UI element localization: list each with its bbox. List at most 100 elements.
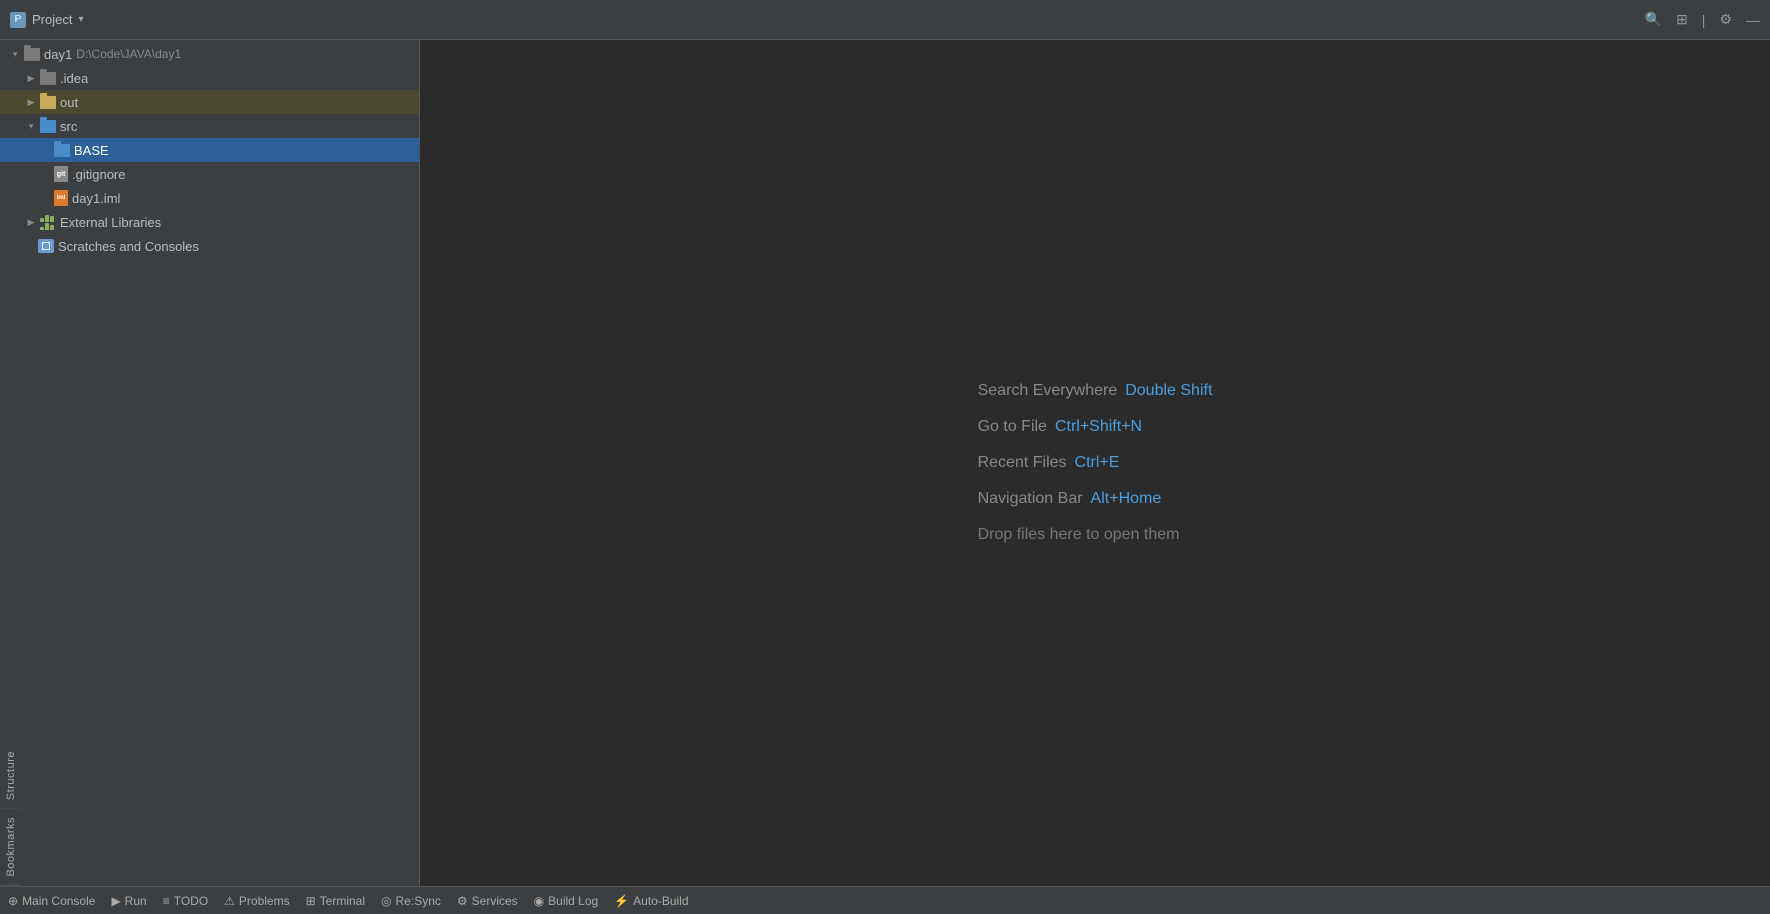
extlib-icon bbox=[40, 215, 56, 229]
divider-icon: | bbox=[1702, 12, 1706, 28]
scratches-icon bbox=[38, 239, 54, 253]
status-item-buildlog[interactable]: ◉ Build Log bbox=[534, 894, 599, 908]
hint-row-gotofile: Go to File Ctrl+Shift+N bbox=[978, 418, 1213, 436]
tree-item-out[interactable]: ▶ out bbox=[0, 90, 419, 114]
status-item-terminal[interactable]: ⊞ Terminal bbox=[306, 894, 365, 908]
minimize-icon[interactable]: — bbox=[1746, 12, 1760, 28]
label-extlibs: External Libraries bbox=[60, 215, 161, 230]
todo-icon: ≡ bbox=[163, 894, 170, 908]
label-scratches: Scratches and Consoles bbox=[58, 239, 199, 254]
hint-box: Search Everywhere Double Shift Go to Fil… bbox=[978, 382, 1213, 544]
iml-icon: iml bbox=[54, 190, 68, 206]
tree-item-extlibs[interactable]: ▶ External Libraries bbox=[0, 210, 419, 234]
hint-label-recent: Recent Files bbox=[978, 454, 1067, 472]
scratches-icon-inner bbox=[42, 242, 50, 250]
todo-label: TODO bbox=[174, 894, 208, 908]
hint-label-navbar: Navigation Bar bbox=[978, 490, 1083, 508]
title-bar-title: Project bbox=[32, 12, 72, 27]
status-item-run[interactable]: ▶ Run bbox=[111, 894, 146, 908]
right-panel: Search Everywhere Double Shift Go to Fil… bbox=[420, 40, 1770, 886]
bar6 bbox=[50, 225, 54, 230]
services-label: Services bbox=[472, 894, 518, 908]
folder-icon-base bbox=[54, 144, 70, 157]
terminal-icon: ⊞ bbox=[306, 894, 316, 908]
left-edge-tabs: Structure Bookmarks bbox=[0, 40, 22, 886]
label-day1: day1 bbox=[44, 47, 72, 62]
console-label: Main Console bbox=[22, 894, 95, 908]
title-bar-icons: 🔍 ⊞ | ⚙ — bbox=[1645, 11, 1760, 28]
autobuild-icon: ⚡ bbox=[614, 894, 629, 908]
run-label: Run bbox=[125, 894, 147, 908]
tree-item-scratches[interactable]: Scratches and Consoles bbox=[0, 234, 419, 258]
bookmarks-tab[interactable]: Bookmarks bbox=[1, 809, 21, 886]
project-icon: P bbox=[10, 12, 26, 28]
sidebar: ▾ day1 D:\Code\JAVA\day1 ▶ .idea ▶ out ▾ bbox=[0, 40, 420, 886]
buildlog-icon: ◉ bbox=[534, 894, 544, 908]
problems-icon: ⚠ bbox=[224, 894, 235, 908]
arrow-out: ▶ bbox=[24, 95, 38, 109]
tree-item-BASE[interactable]: BASE bbox=[0, 138, 419, 162]
hint-row-navbar: Navigation Bar Alt+Home bbox=[978, 490, 1213, 508]
hint-shortcut-navbar: Alt+Home bbox=[1091, 490, 1162, 508]
tree-item-day1[interactable]: ▾ day1 D:\Code\JAVA\day1 bbox=[0, 42, 419, 66]
arrow-src: ▾ bbox=[24, 119, 38, 133]
title-bar: P Project ▾ 🔍 ⊞ | ⚙ — bbox=[0, 0, 1770, 40]
hint-plain-drop: Drop files here to open them bbox=[978, 526, 1180, 544]
path-day1: D:\Code\JAVA\day1 bbox=[76, 47, 181, 61]
bar1 bbox=[40, 218, 44, 222]
settings-icon[interactable]: ⚙ bbox=[1719, 11, 1732, 28]
title-bar-left: P Project ▾ bbox=[10, 12, 84, 28]
tree-item-idea[interactable]: ▶ .idea bbox=[0, 66, 419, 90]
project-tree: ▾ day1 D:\Code\JAVA\day1 ▶ .idea ▶ out ▾ bbox=[0, 40, 419, 886]
label-idea: .idea bbox=[60, 71, 88, 86]
buildlog-label: Build Log bbox=[548, 894, 598, 908]
label-out: out bbox=[60, 95, 78, 110]
services-icon: ⚙ bbox=[457, 894, 468, 908]
resync-icon: ◎ bbox=[381, 894, 391, 908]
hint-shortcut-search: Double Shift bbox=[1125, 382, 1212, 400]
status-item-resync[interactable]: ◎ Re:Sync bbox=[381, 894, 441, 908]
status-item-services[interactable]: ⚙ Services bbox=[457, 894, 518, 908]
hint-row-drop: Drop files here to open them bbox=[978, 526, 1213, 544]
label-day1iml: day1.iml bbox=[72, 191, 120, 206]
status-item-autobuild[interactable]: ⚡ Auto-Build bbox=[614, 894, 688, 908]
status-item-todo[interactable]: ≡ TODO bbox=[163, 894, 208, 908]
tree-item-src[interactable]: ▾ src bbox=[0, 114, 419, 138]
label-src: src bbox=[60, 119, 77, 134]
autobuild-label: Auto-Build bbox=[633, 894, 688, 908]
bar4 bbox=[40, 227, 44, 230]
main-layout: Structure Bookmarks ▾ day1 D:\Code\JAVA\… bbox=[0, 40, 1770, 886]
folder-icon-idea bbox=[40, 72, 56, 85]
folder-icon-day1 bbox=[24, 48, 40, 61]
tree-item-day1iml[interactable]: iml day1.iml bbox=[0, 186, 419, 210]
bar3 bbox=[50, 216, 54, 222]
tree-item-gitignore[interactable]: git .gitignore bbox=[0, 162, 419, 186]
folder-icon-src bbox=[40, 120, 56, 133]
gitignore-icon: git bbox=[54, 166, 68, 182]
terminal-label: Terminal bbox=[320, 894, 365, 908]
bar2 bbox=[45, 215, 49, 222]
hint-row-search: Search Everywhere Double Shift bbox=[978, 382, 1213, 400]
hint-shortcut-gotofile: Ctrl+Shift+N bbox=[1055, 418, 1142, 436]
hint-shortcut-recent: Ctrl+E bbox=[1075, 454, 1120, 472]
arrow-extlibs: ▶ bbox=[24, 215, 38, 229]
hint-label-gotofile: Go to File bbox=[978, 418, 1047, 436]
structure-tab[interactable]: Structure bbox=[1, 743, 21, 809]
console-icon: ⊕ bbox=[8, 894, 18, 908]
project-dropdown[interactable]: ▾ bbox=[78, 14, 83, 25]
bar5 bbox=[45, 223, 49, 230]
problems-label: Problems bbox=[239, 894, 290, 908]
status-item-problems[interactable]: ⚠ Problems bbox=[224, 894, 289, 908]
layout-icon[interactable]: ⊞ bbox=[1676, 11, 1688, 28]
run-icon: ▶ bbox=[111, 894, 120, 908]
hint-label-search: Search Everywhere bbox=[978, 382, 1118, 400]
label-BASE: BASE bbox=[74, 143, 109, 158]
hint-row-recent: Recent Files Ctrl+E bbox=[978, 454, 1213, 472]
status-item-console[interactable]: ⊕ Main Console bbox=[8, 894, 95, 908]
label-gitignore: .gitignore bbox=[72, 167, 125, 182]
search-icon[interactable]: 🔍 bbox=[1645, 11, 1662, 28]
resync-label: Re:Sync bbox=[396, 894, 441, 908]
status-bar: ⊕ Main Console ▶ Run ≡ TODO ⚠ Problems ⊞… bbox=[0, 886, 1770, 914]
arrow-idea: ▶ bbox=[24, 71, 38, 85]
folder-icon-out bbox=[40, 96, 56, 109]
